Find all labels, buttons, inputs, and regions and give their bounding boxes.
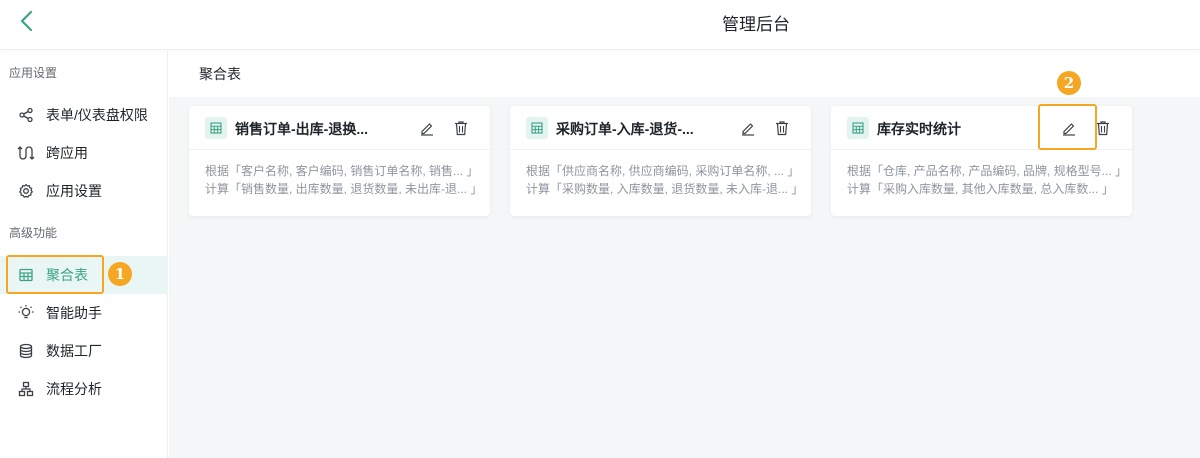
card-title: 采购订单-入库-退货-... [556,121,694,137]
pencil-icon [742,123,754,136]
card-group-by-text: 根据「客户名称, 客户编码, 销售订单名称, 销售... 」 [205,164,479,178]
sidebar-item-label: 应用设置 [46,183,102,199]
sidebar-item-label: 聚合表 [46,267,88,283]
sidebar-item-cross-app[interactable]: 跨应用 [0,134,168,172]
main-content: 聚合表 销售订单-出库-退换... 根据「客户名称, 客户编码, 销售订单名称,… [169,51,1200,458]
card-calculate-text: 计算「采购数量, 入库数量, 退货数量, 未入库-退... 」 [526,182,804,196]
aggregate-table-card[interactable]: 采购订单-入库-退货-... 根据「供应商名称, 供应商编码, 采购订单名称, … [510,106,811,216]
edit-button[interactable] [738,118,758,138]
aggregate-table-card[interactable]: 销售订单-出库-退换... 根据「客户名称, 客户编码, 销售订单名称, 销售.… [189,106,490,216]
section-title: 聚合表 [199,66,241,82]
card-header: 采购订单-入库-退货-... [510,106,811,150]
aggregate-table-card[interactable]: 库存实时统计 根据「仓库, 产品名称, 产品编码, 品牌, 规格型号... 」 … [831,106,1132,216]
sidebar-item-label: 跨应用 [46,145,88,161]
card-group-by-text: 根据「仓库, 产品名称, 产品编码, 品牌, 规格型号... 」 [847,164,1128,178]
page-title: 管理后台 [722,15,790,34]
trash-icon [455,121,467,136]
table-icon [526,117,548,139]
sidebar-item-form-dashboard-permissions[interactable]: 表单/仪表盘权限 [0,96,168,134]
top-header: 管理后台 [0,0,1200,50]
sidebar-group-app-settings: 应用设置 [9,66,58,80]
pencil-icon [1063,123,1075,136]
step-marker-2: 2 [1057,71,1081,95]
table-icon [847,117,869,139]
trash-icon [1097,121,1109,136]
gear-icon [17,182,35,200]
table-icon [205,117,227,139]
sidebar-item-label: 数据工厂 [46,343,102,359]
trash-icon [776,121,788,136]
sidebar-item-data-factory[interactable]: 数据工厂 [0,332,168,370]
sidebar-item-label: 流程分析 [46,381,102,397]
sidebar-item-label: 智能助手 [46,305,102,321]
edit-button[interactable] [417,118,437,138]
step-marker-1: 1 [108,262,132,286]
delete-button[interactable] [1093,118,1113,138]
sidebar-item-label: 表单/仪表盘权限 [46,107,148,123]
flowchart-icon [17,380,35,398]
card-header: 库存实时统计 [831,106,1132,150]
sidebar-item-app-settings[interactable]: 应用设置 [0,172,168,210]
main-header: 聚合表 [169,51,1200,97]
edit-button[interactable] [1059,118,1079,138]
delete-button[interactable] [451,118,471,138]
card-title: 销售订单-出库-退换... [235,121,368,137]
card-calculate-text: 计算「采购入库数量, 其他入库数量, 总入库数... 」 [847,182,1114,196]
share-icon [17,106,35,124]
cross-app-icon [17,144,35,162]
card-group-by-text: 根据「供应商名称, 供应商编码, 采购订单名称, ... 」 [526,164,800,178]
card-title: 库存实时统计 [877,121,961,137]
table-icon [17,266,35,284]
delete-button[interactable] [772,118,792,138]
card-calculate-text: 计算「销售数量, 出库数量, 退货数量, 未出库-退... 」 [205,182,483,196]
sidebar-item-aggregate-table[interactable]: 聚合表 [0,256,168,294]
lightbulb-icon [17,304,35,322]
sidebar-item-smart-assistant[interactable]: 智能助手 [0,294,168,332]
sidebar: 应用设置 表单/仪表盘权限 跨应用 应用设置 高级功能 聚合表 智能助手 数据工… [0,51,168,458]
sidebar-item-process-analysis[interactable]: 流程分析 [0,370,168,408]
sidebar-group-advanced: 高级功能 [9,226,58,240]
database-icon [17,342,35,360]
card-header: 销售订单-出库-退换... [189,106,490,150]
pencil-icon [421,123,433,136]
